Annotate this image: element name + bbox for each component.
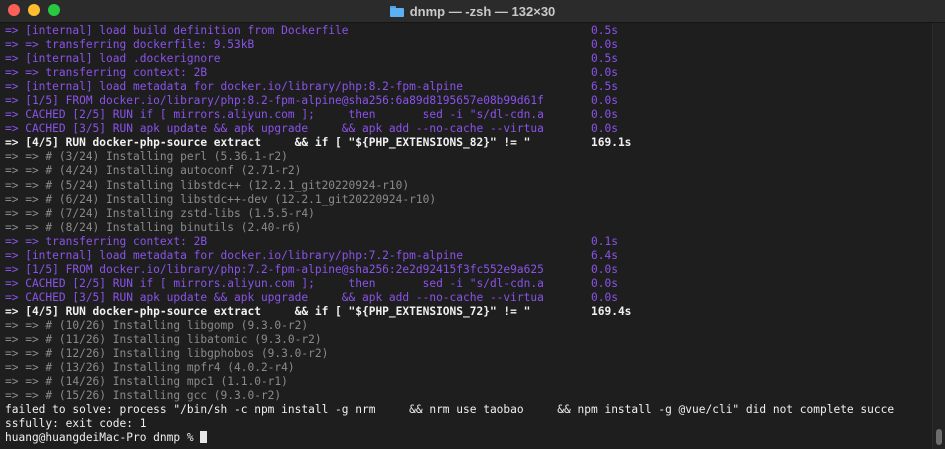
- terminal-line: => => # (3/24) Installing perl (5.36.1-r…: [5, 150, 933, 164]
- shell-prompt: huang@huangdeiMac-Pro dnmp %: [5, 431, 201, 445]
- step-duration: 0.0s: [591, 108, 618, 122]
- terminal-line: => => # (8/24) Installing binutils (2.40…: [5, 221, 933, 235]
- line-text: => => # (10/26) Installing libgomp (9.3.…: [5, 318, 309, 332]
- terminal-line: => [internal] load .dockerignore 0.5s: [5, 52, 933, 66]
- line-text: => => # (4/24) Installing autoconf (2.71…: [5, 164, 302, 178]
- line-text: => [internal] load .dockerignore: [5, 52, 221, 66]
- terminal-line: => [4/5] RUN docker-php-source extract &…: [5, 136, 933, 150]
- line-text: => => # (3/24) Installing perl (5.36.1-r…: [5, 150, 288, 164]
- line-text: => => # (6/24) Installing libstdc++-dev …: [5, 192, 437, 206]
- step-duration: 0.5s: [591, 52, 618, 66]
- terminal-line: => [internal] load build definition from…: [5, 24, 933, 38]
- terminal-line: failed to solve: process "/bin/sh -c npm…: [5, 403, 933, 417]
- line-text: => [internal] load metadata for docker.i…: [5, 80, 464, 94]
- terminal-window: dnmp — -zsh — 132×30 => [internal] load …: [0, 0, 945, 449]
- line-text: => [4/5] RUN docker-php-source extract &…: [5, 136, 531, 150]
- line-text: => => # (15/26) Installing gcc (9.3.0-r2…: [5, 389, 282, 403]
- terminal-line: => => # (10/26) Installing libgomp (9.3.…: [5, 319, 933, 333]
- step-duration: 0.0s: [591, 94, 618, 108]
- terminal-line: ssfully: exit code: 1: [5, 417, 933, 431]
- terminal-output[interactable]: => [internal] load build definition from…: [5, 24, 933, 449]
- line-text: => CACHED [2/5] RUN if [ mirrors.aliyun.…: [5, 108, 544, 122]
- terminal-line: => => # (15/26) Installing gcc (9.3.0-r2…: [5, 389, 933, 403]
- terminal-line: => => # (12/26) Installing libgphobos (9…: [5, 347, 933, 361]
- terminal-line: => [4/5] RUN docker-php-source extract &…: [5, 305, 933, 319]
- line-text: => [1/5] FROM docker.io/library/php:8.2-…: [5, 94, 544, 108]
- terminal-line: => => # (5/24) Installing libstdc++ (12.…: [5, 179, 933, 193]
- line-text: => [internal] load build definition from…: [5, 24, 349, 37]
- step-duration: 0.0s: [591, 38, 618, 52]
- text-cursor: [200, 431, 208, 444]
- terminal-line: => => transferring context: 2B 0.1s: [5, 235, 933, 249]
- window-title-area: dnmp — -zsh — 132×30: [0, 0, 945, 22]
- step-duration: 0.0s: [591, 290, 618, 304]
- line-text: => [4/5] RUN docker-php-source extract &…: [5, 304, 531, 318]
- terminal-line: => => # (4/24) Installing autoconf (2.71…: [5, 164, 933, 178]
- terminal-line: => CACHED [3/5] RUN apk update && apk up…: [5, 291, 933, 305]
- line-text: => [internal] load metadata for docker.i…: [5, 248, 464, 262]
- terminal-line: => [1/5] FROM docker.io/library/php:8.2-…: [5, 94, 933, 108]
- terminal-line: => => # (11/26) Installing libatomic (9.…: [5, 333, 933, 347]
- terminal-line: => [internal] load metadata for docker.i…: [5, 249, 933, 263]
- step-duration: 6.4s: [591, 248, 618, 262]
- line-text: ssfully: exit code: 1: [5, 417, 147, 431]
- terminal-line: => CACHED [3/5] RUN apk update && apk up…: [5, 122, 933, 136]
- line-text: => => # (12/26) Installing libgphobos (9…: [5, 347, 329, 361]
- line-text: => [1/5] FROM docker.io/library/php:7.2-…: [5, 262, 544, 276]
- folder-icon: [389, 5, 404, 17]
- line-text: => => transferring context: 2B: [5, 234, 208, 248]
- title-bar: dnmp — -zsh — 132×30: [0, 0, 945, 23]
- line-text: => => # (14/26) Installing mpc1 (1.1.0-r…: [5, 375, 288, 389]
- step-duration: 0.5s: [591, 24, 618, 37]
- terminal-line: => => transferring dockerfile: 9.53kB 0.0…: [5, 38, 933, 52]
- line-text: => => # (7/24) Installing zstd-libs (1.5…: [5, 206, 315, 220]
- terminal-line: => => # (6/24) Installing libstdc++-dev …: [5, 193, 933, 207]
- line-text: => => # (8/24) Installing binutils (2.40…: [5, 220, 302, 234]
- scrollbar-thumb[interactable]: [936, 429, 942, 445]
- step-duration: 0.0s: [591, 66, 618, 80]
- step-duration: 0.0s: [591, 262, 618, 276]
- line-text: => => # (11/26) Installing libatomic (9.…: [5, 333, 322, 347]
- terminal-line: => [internal] load metadata for docker.i…: [5, 80, 933, 94]
- step-duration: 0.0s: [591, 276, 618, 290]
- line-text: => => transferring context: 2B: [5, 66, 208, 80]
- line-text: => CACHED [3/5] RUN apk update && apk up…: [5, 290, 544, 304]
- line-text: => => transferring dockerfile: 9.53kB: [5, 38, 255, 52]
- terminal-line: => => transferring context: 2B 0.0s: [5, 66, 933, 80]
- terminal-line: => CACHED [2/5] RUN if [ mirrors.aliyun.…: [5, 277, 933, 291]
- prompt-line[interactable]: huang@huangdeiMac-Pro dnmp %: [5, 431, 933, 445]
- line-text: => => # (13/26) Installing mpfr4 (4.0.2-…: [5, 361, 295, 375]
- step-duration: 6.5s: [591, 80, 618, 94]
- line-text: => CACHED [2/5] RUN if [ mirrors.aliyun.…: [5, 276, 544, 290]
- terminal-line: => [1/5] FROM docker.io/library/php:7.2-…: [5, 263, 933, 277]
- line-text: => => # (5/24) Installing libstdc++ (12.…: [5, 178, 410, 192]
- terminal-line: => => # (14/26) Installing mpc1 (1.1.0-r…: [5, 375, 933, 389]
- window-title: dnmp — -zsh — 132×30: [409, 3, 556, 19]
- line-text: failed to solve: process "/bin/sh -c npm…: [5, 403, 895, 417]
- step-duration: 169.1s: [591, 136, 632, 150]
- terminal-line: => CACHED [2/5] RUN if [ mirrors.aliyun.…: [5, 108, 933, 122]
- step-duration: 0.0s: [591, 122, 618, 136]
- terminal-line: => => # (7/24) Installing zstd-libs (1.5…: [5, 207, 933, 221]
- scrollbar[interactable]: [932, 23, 945, 449]
- line-text: => CACHED [3/5] RUN apk update && apk up…: [5, 122, 544, 136]
- step-duration: 0.1s: [591, 234, 618, 248]
- step-duration: 169.4s: [591, 304, 632, 318]
- terminal-line: => => # (13/26) Installing mpfr4 (4.0.2-…: [5, 361, 933, 375]
